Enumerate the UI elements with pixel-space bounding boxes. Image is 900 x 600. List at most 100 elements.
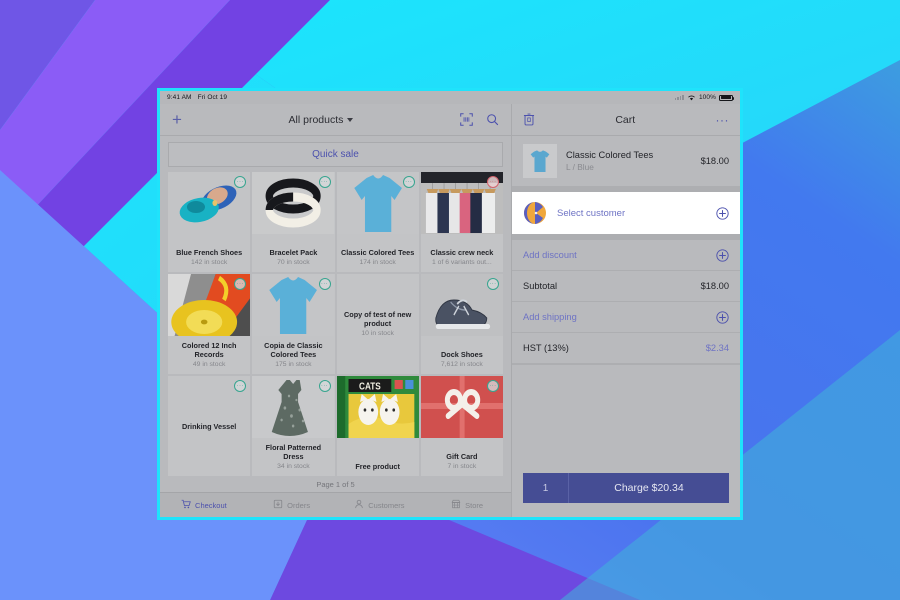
line-label: HST (13%) (523, 343, 569, 353)
cart-item-name: Classic Colored Tees (566, 150, 654, 160)
person-icon (354, 499, 364, 511)
customer-avatar-icon (523, 201, 547, 225)
cart-line-add-discount[interactable]: Add discount (512, 240, 740, 271)
product-meta: Dock Shoes 7,612 in stock (421, 349, 503, 374)
product-meta: Blue French Shoes 142 in stock (168, 247, 250, 272)
cart-totals-list: Add discount Subtotal $18.00 Add shipping HS… (512, 240, 740, 364)
product-card[interactable]: ··· Blue French Shoes 142 in stock (168, 172, 251, 272)
cart-pane: Cart ··· Classic Colored Tees L / Blue $… (512, 104, 740, 517)
product-meta: Classic crew neck 1 of 6 variants out... (421, 247, 503, 272)
signal-dots-icon (674, 95, 684, 100)
product-name: Dock Shoes (440, 350, 483, 360)
product-name: Drinking Vessel (181, 421, 237, 431)
product-card[interactable]: ··· Colored 12 Inch Records 49 in stock (168, 274, 251, 374)
product-name: Gift Card (446, 452, 478, 462)
product-stock: 70 in stock (277, 259, 310, 267)
product-name: Classic Colored Tees (340, 248, 415, 258)
store-icon (451, 499, 461, 511)
tab-checkout[interactable]: Checkout (160, 493, 248, 517)
product-meta: Copia de Classic Colored Tees 175 in stoc… (252, 340, 334, 374)
bottom-tab-bar: Checkout Orders Customers Store (160, 492, 511, 517)
product-options-badge-icon[interactable]: ··· (487, 278, 499, 290)
product-name: Copia de Classic Colored Tees (264, 341, 323, 360)
tab-orders[interactable]: Orders (248, 493, 336, 517)
status-bar: 9:41 AM Fri Oct 19 100% (160, 91, 740, 104)
line-value: $2.34 (705, 343, 729, 353)
plus-circle-icon[interactable] (716, 310, 729, 324)
tab-label: Checkout (195, 500, 227, 510)
tab-store[interactable]: Store (423, 493, 511, 517)
product-card[interactable]: CATS Free product (336, 376, 419, 476)
product-options-badge-icon[interactable]: ··· (487, 380, 499, 392)
products-pane: + All products Quick sale ··· Blue Frenc… (160, 104, 512, 517)
product-card[interactable]: ··· Copia de Classic Colored Tees 175 in s… (252, 274, 335, 374)
svg-text:CATS: CATS (359, 381, 381, 392)
product-card[interactable]: ··· Classic crew neck 1 of 6 variants out.… (420, 172, 503, 272)
product-meta: Classic Colored Tees 174 in stock (337, 247, 419, 272)
product-name: Copy of test of new product (343, 310, 412, 329)
cart-icon (181, 499, 191, 511)
trash-icon[interactable] (523, 113, 535, 126)
product-name: Colored 12 Inch Records (181, 341, 237, 360)
product-card[interactable]: ··· Floral Patterned Dress 34 in stock (252, 376, 335, 476)
product-card[interactable]: ··· Drinking Vessel (168, 376, 251, 476)
product-image: CATS (336, 376, 419, 438)
product-meta: Bracelet Pack 70 in stock (252, 247, 334, 272)
line-label: Add shipping (523, 312, 577, 322)
cart-empty-space (512, 364, 740, 463)
barcode-scanner-icon[interactable] (460, 113, 473, 126)
product-stock: 7 in stock (447, 463, 477, 471)
select-customer-row[interactable]: Select customer (512, 192, 740, 234)
product-card[interactable]: ··· Classic Colored Tees 174 in stock (336, 172, 419, 272)
product-meta: Drinking Vessel (168, 421, 250, 432)
product-filter-label: All products (288, 113, 344, 126)
cart-header: Cart ··· (512, 104, 740, 136)
tab-label: Customers (368, 500, 405, 510)
orders-icon (273, 499, 283, 511)
page-indicator-label: Page 1 of 5 (316, 479, 355, 489)
tab-customers[interactable]: Customers (336, 493, 424, 517)
product-name: Blue French Shoes (176, 248, 243, 258)
product-stock: 175 in stock (275, 361, 312, 369)
product-alert-badge-icon[interactable]: ··· (487, 176, 499, 188)
product-card[interactable]: ··· Dock Shoes 7,612 in stock (420, 274, 503, 374)
tab-label: Orders (287, 500, 311, 510)
cart-item-price: $18.00 (700, 156, 729, 166)
product-name: Bracelet Pack (269, 248, 318, 258)
product-options-badge-icon[interactable]: ··· (318, 278, 331, 290)
charge-quantity[interactable]: 1 (523, 473, 569, 503)
charge-button[interactable]: 1 Charge $20.34 (523, 473, 729, 503)
product-options-badge-icon[interactable]: ··· (318, 380, 331, 392)
cart-item-variant: L / Blue (566, 162, 594, 172)
product-card[interactable]: ··· Bracelet Pack 70 in stock (252, 172, 335, 272)
chevron-down-icon (347, 117, 354, 122)
products-header: + All products (160, 104, 511, 136)
plus-circle-icon[interactable] (716, 248, 729, 262)
quick-sale-button[interactable]: Quick sale (168, 142, 503, 167)
product-card[interactable]: ··· Gift Card 7 in stock (420, 376, 503, 476)
line-value: $18.00 (700, 281, 729, 291)
product-options-badge-icon[interactable]: ··· (402, 176, 415, 188)
product-meta: Colored 12 Inch Records 49 in stock (168, 340, 250, 374)
product-grid: ··· Blue French Shoes 142 in stock ··· Brace… (160, 172, 511, 476)
plus-icon[interactable]: + (172, 111, 182, 128)
cart-title: Cart (615, 113, 636, 126)
tablet-device-frame: 9:41 AM Fri Oct 19 100% + All products Q… (157, 88, 743, 520)
product-stock: 1 of 6 variants out... (432, 259, 492, 267)
product-filter-dropdown[interactable]: All products (182, 114, 460, 126)
search-icon[interactable] (486, 113, 499, 126)
plus-circle-icon[interactable] (716, 206, 729, 220)
cart-line-add-shipping[interactable]: Add shipping (512, 302, 740, 333)
product-name: Classic crew neck (430, 248, 494, 258)
product-stock: 49 in stock (192, 361, 226, 369)
product-card[interactable]: Copy of test of new product 10 in stock (336, 274, 419, 374)
product-options-badge-icon[interactable]: ··· (234, 380, 247, 392)
product-options-badge-icon[interactable]: ··· (318, 176, 331, 188)
product-stock: 34 in stock (277, 463, 310, 471)
cart-line-item[interactable]: Classic Colored Tees L / Blue $18.00 (512, 136, 740, 186)
product-name: Floral Patterned Dress (265, 443, 322, 462)
status-time: 9:41 AM (167, 94, 192, 101)
quick-sale-label: Quick sale (312, 149, 359, 160)
line-label: Subtotal (523, 281, 558, 291)
product-stock: 10 in stock (361, 329, 394, 337)
